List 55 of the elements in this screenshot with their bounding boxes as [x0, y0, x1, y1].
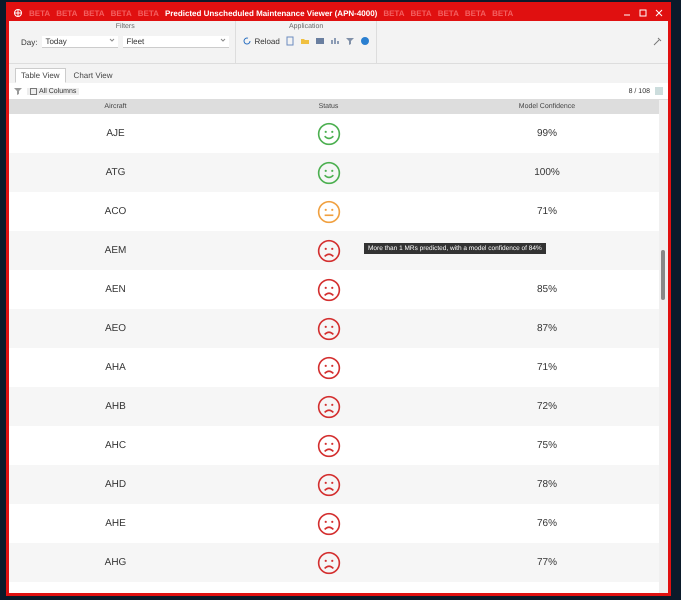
scrollbar[interactable]: [659, 100, 668, 593]
table-cell-text: AHE: [104, 518, 127, 529]
table-cell-text: AHD: [104, 479, 128, 490]
day-label: Day:: [21, 38, 38, 46]
info-icon[interactable]: [360, 36, 370, 46]
table-cell-text: 99%: [536, 128, 558, 139]
beta-mark: BETA: [56, 8, 78, 18]
table-cell-text: ATG: [104, 167, 126, 178]
table-cell-text: 100%: [533, 167, 561, 178]
table-icon[interactable]: [314, 36, 325, 46]
beta-mark: BETA: [464, 8, 486, 18]
window-title: Predicted Unscheduled Maintenance Viewer (APN-4000): [164, 8, 378, 18]
table-cell-text: 77%: [536, 557, 558, 568]
table-cell-text: ACO: [104, 206, 128, 217]
filter-icon[interactable]: [344, 36, 355, 46]
beta-mark: BETA: [29, 8, 50, 18]
chart-icon[interactable]: [330, 36, 340, 46]
app-menu-icon[interactable]: [13, 8, 23, 18]
tab[interactable]: Chart View: [68, 68, 119, 83]
table-cell-text: AEM: [104, 245, 128, 256]
table-cell-text: 71%: [536, 206, 558, 217]
table-cell-text: AEO: [104, 323, 128, 334]
filter-icon[interactable]: [13, 86, 23, 96]
caret-icon: [109, 37, 116, 43]
fleet-dropdown[interactable]: Fleet: [123, 36, 230, 48]
document-icon[interactable]: [284, 36, 295, 46]
table-cell-text: AHG: [104, 557, 128, 568]
beta-mark: BETA: [138, 8, 159, 18]
beta-mark: BETA: [492, 8, 514, 18]
table-cell-text: 71%: [536, 362, 558, 373]
refresh-icon: [242, 36, 252, 46]
close-icon[interactable]: [654, 8, 664, 18]
table-cell-text: 72%: [536, 401, 558, 412]
reload-button[interactable]: Reload: [242, 36, 280, 46]
beta-mark: BETA: [438, 8, 459, 18]
caret-icon: [220, 37, 226, 43]
table-cell-text: AHC: [104, 440, 128, 451]
beta-mark: BETA: [410, 8, 432, 18]
beta-mark: BETA: [83, 8, 105, 18]
beta-mark: BETA: [110, 8, 132, 18]
table-cell-text: 87%: [536, 323, 558, 334]
table-cell-text: AHA: [104, 362, 127, 373]
table-cell-text: AHB: [104, 401, 127, 412]
pin-icon[interactable]: [652, 37, 662, 47]
beta-mark: BETA: [383, 8, 404, 18]
maximize-icon[interactable]: [638, 8, 648, 18]
day-dropdown[interactable]: Today: [42, 36, 118, 48]
table-cell-text: 85%: [536, 284, 558, 295]
table-cell-text: AJE: [105, 128, 126, 139]
tab[interactable]: Table View: [15, 68, 66, 83]
checkbox-icon: [30, 88, 37, 94]
table-cell-text: 78%: [536, 479, 558, 490]
table-cell-text: AEN: [104, 284, 127, 295]
table-cell-text: 76%: [536, 518, 558, 529]
table-cell-text: 75%: [536, 440, 558, 451]
